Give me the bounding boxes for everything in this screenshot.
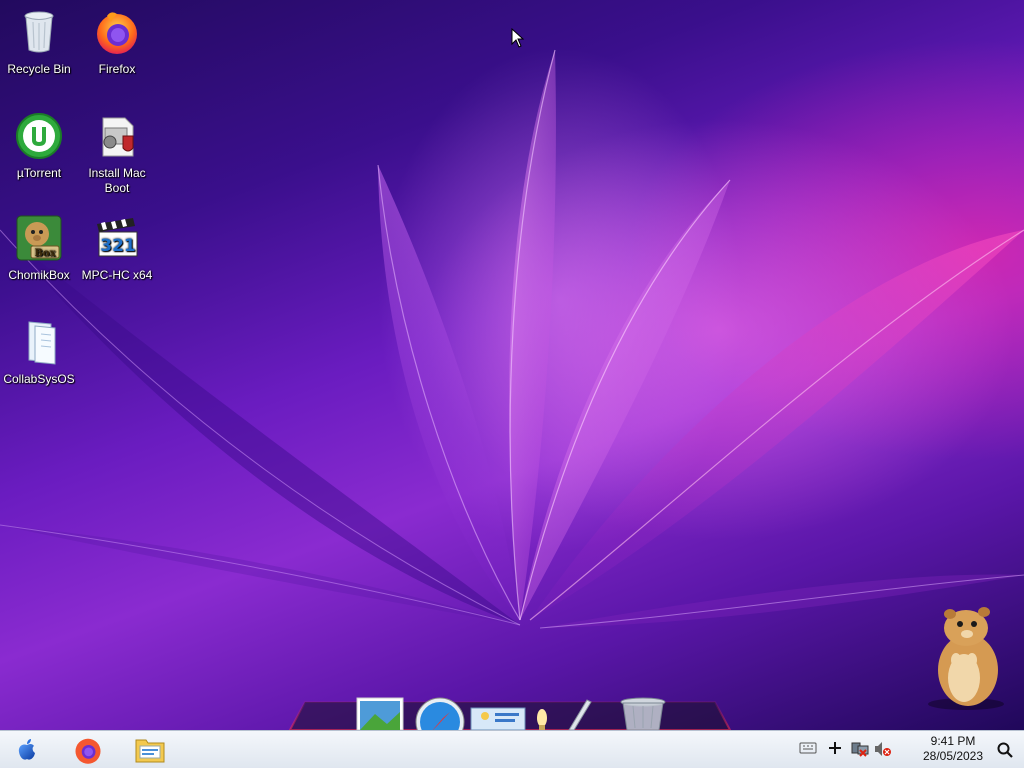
volume-muted-icon[interactable] bbox=[874, 741, 892, 757]
chomikbox-label: ChomikBox bbox=[8, 268, 70, 282]
trash-icon[interactable] bbox=[620, 697, 666, 730]
plus-icon[interactable] bbox=[828, 741, 842, 755]
firefox-label: Firefox bbox=[98, 62, 136, 76]
file-explorer-icon bbox=[135, 739, 165, 763]
firefox-icon bbox=[75, 738, 101, 764]
wallpaper bbox=[0, 49, 1024, 629]
search-icon bbox=[997, 742, 1013, 758]
desktop-icon-chomikbox[interactable]: Box ChomikBox bbox=[1, 214, 77, 283]
install-mac-boot-icon bbox=[102, 117, 134, 157]
chomikbox-badge: Box bbox=[34, 248, 56, 259]
utorrent-label: µTorrent bbox=[16, 166, 62, 180]
search-button[interactable] bbox=[990, 735, 1020, 765]
desktop-icon-recycle-bin[interactable]: Recycle Bin bbox=[1, 8, 77, 77]
system-clock[interactable]: 9:41 PM 28/05/2023 bbox=[910, 734, 996, 764]
taskbar: 9:41 PM 28/05/2023 bbox=[0, 730, 1024, 768]
install-mac-boot-label: Install Mac Boot bbox=[88, 166, 146, 195]
desktop-icon-firefox[interactable]: Firefox bbox=[79, 8, 155, 77]
photos-icon[interactable] bbox=[356, 697, 404, 730]
mail-icon[interactable] bbox=[470, 707, 526, 730]
mouse-cursor-icon bbox=[511, 28, 525, 48]
hamster-icon[interactable] bbox=[920, 600, 1010, 712]
keyboard-icon[interactable] bbox=[799, 741, 817, 755]
mpc-hc-label: MPC-HC x64 bbox=[81, 268, 153, 282]
apple-menu-icon bbox=[18, 739, 35, 760]
desktop-icon-collabsysos[interactable]: CollabSysOS bbox=[1, 318, 77, 387]
folder-icon bbox=[28, 321, 56, 365]
recycle-bin-icon bbox=[24, 11, 54, 53]
desktop-icon-mpc-hc[interactable]: 321 MPC-HC x64 bbox=[79, 214, 155, 283]
taskbar-file-explorer-button[interactable] bbox=[133, 733, 167, 767]
dock bbox=[288, 697, 732, 730]
taskbar-firefox-button[interactable] bbox=[71, 733, 105, 767]
desktop: Recycle Bin Firefox µTorrent Install Mac… bbox=[0, 0, 1024, 730]
recycle-bin-label: Recycle Bin bbox=[7, 62, 71, 76]
network-disconnected-icon[interactable] bbox=[851, 741, 869, 757]
clock-time: 9:41 PM bbox=[930, 734, 976, 748]
chomikbox-icon: Box bbox=[16, 215, 62, 261]
desktop-icon-install-mac-boot[interactable]: Install Mac Boot bbox=[79, 112, 155, 196]
collabsysos-label: CollabSysOS bbox=[3, 372, 75, 386]
desktop-icon-utorrent[interactable]: µTorrent bbox=[1, 112, 77, 181]
start-button[interactable] bbox=[10, 733, 44, 767]
mpc-hc-icon: 321 bbox=[97, 218, 138, 257]
firefox-icon bbox=[97, 12, 137, 54]
utorrent-icon bbox=[16, 113, 62, 159]
clock-date: 28/05/2023 bbox=[922, 749, 984, 763]
mpc-badge: 321 bbox=[100, 236, 136, 256]
